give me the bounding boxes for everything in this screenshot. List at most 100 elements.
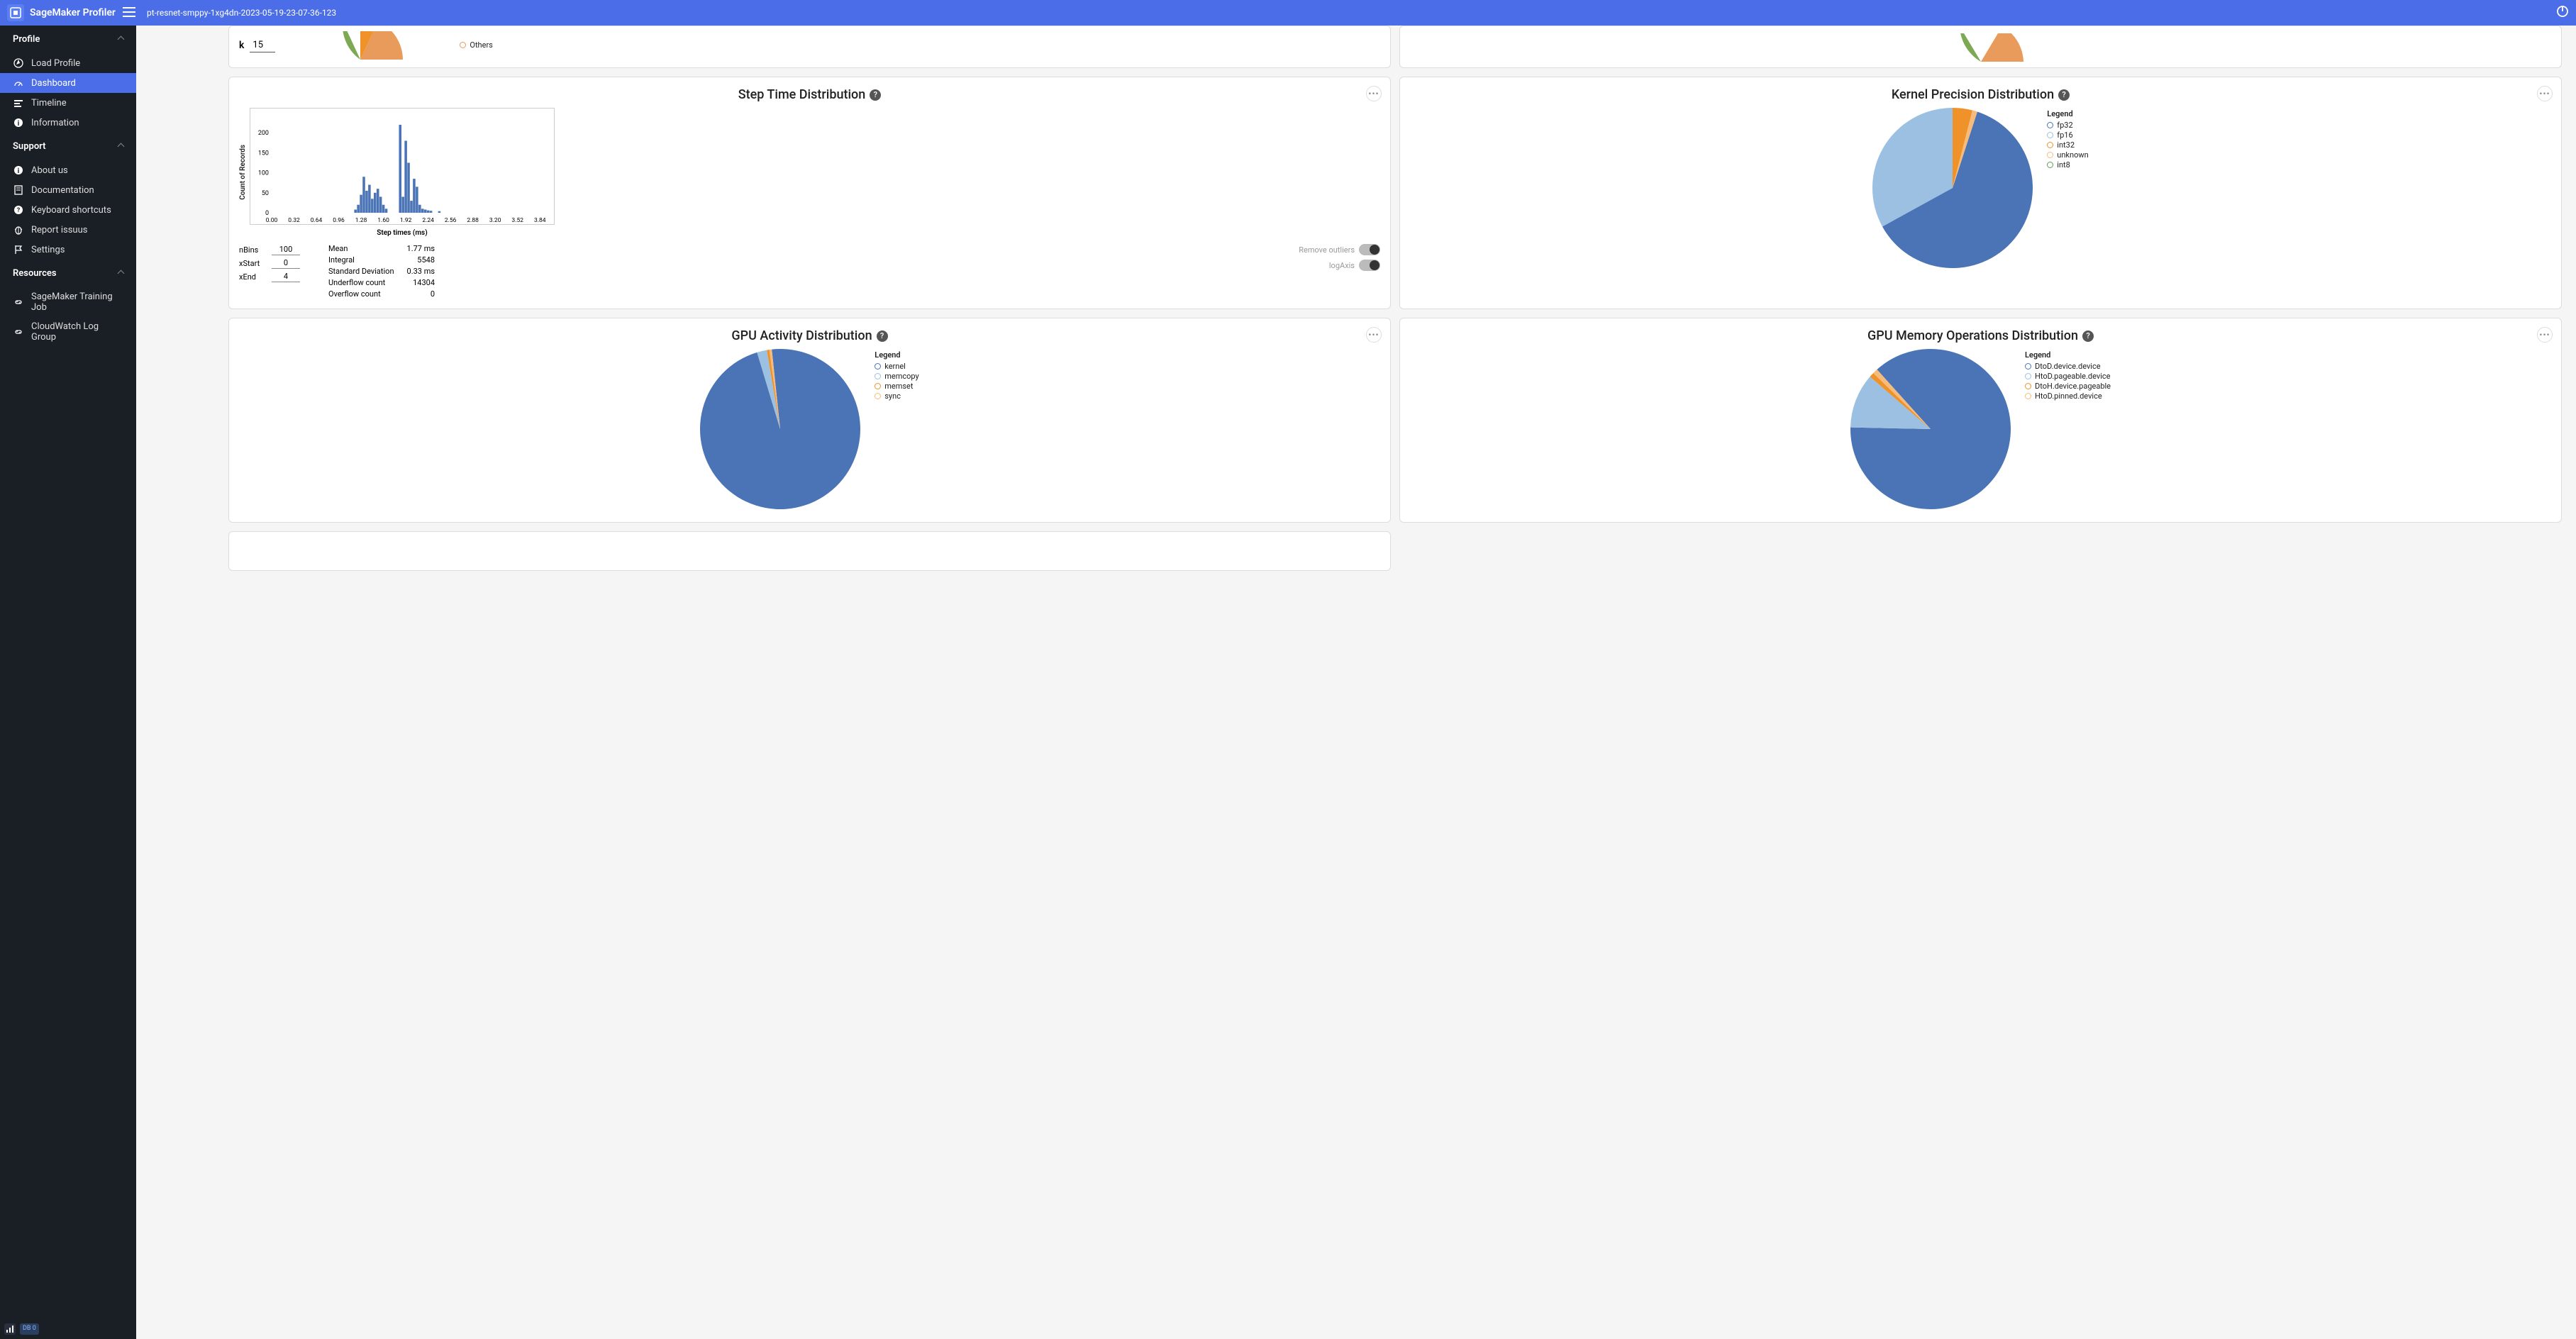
legend-item[interactable]: fp16 — [2047, 130, 2088, 140]
svg-text:1.28: 1.28 — [355, 217, 367, 224]
sidebar-item-dashboard[interactable]: Dashboard — [0, 73, 136, 93]
card-title-text: Step Time Distribution — [738, 87, 866, 102]
pie-chart — [1850, 349, 2011, 509]
k-label: k — [239, 40, 244, 51]
legend-item[interactable]: sync — [875, 391, 918, 401]
legend-label: sync — [884, 391, 901, 401]
log-axis-toggle[interactable] — [1359, 260, 1380, 271]
help-icon[interactable]: ? — [870, 89, 881, 101]
legend: Legend kernelmemcopymemsetsync — [875, 350, 918, 401]
svg-text:1.92: 1.92 — [400, 217, 412, 224]
sidebar-section-resources[interactable]: Resources — [0, 260, 136, 287]
sidebar-item-about[interactable]: i About us — [0, 160, 136, 180]
legend-item[interactable]: memcopy — [875, 372, 918, 381]
card-title-text: GPU Memory Operations Distribution — [1867, 328, 2078, 343]
card-step-time: ••• Step Time Distribution ? Count of Re… — [228, 77, 1391, 309]
legend-item[interactable]: int32 — [2047, 140, 2088, 150]
svg-text:0.96: 0.96 — [333, 217, 345, 224]
sidebar: Profile Load Profile Dashboard Timeline … — [0, 26, 136, 1339]
xend-input[interactable] — [272, 271, 300, 282]
svg-text:i: i — [18, 167, 20, 175]
sidebar-item-training-job[interactable]: SageMaker Training Job — [0, 287, 136, 317]
legend-item[interactable]: Others — [460, 40, 492, 50]
chevron-up-icon — [118, 34, 123, 45]
svg-text:0: 0 — [265, 210, 269, 217]
legend-item[interactable]: HtoD.pageable.device — [2025, 372, 2111, 381]
chevron-up-icon — [118, 268, 123, 279]
pie-chart — [700, 349, 860, 509]
chart-icon[interactable] — [4, 1323, 16, 1335]
stat-label: Integral — [328, 255, 355, 265]
nbins-input[interactable] — [272, 244, 300, 255]
partial-pie-right — [1938, 33, 2023, 62]
help-icon[interactable]: ? — [2058, 89, 2070, 101]
legend-item[interactable]: DtoH.device.pageable — [2025, 382, 2111, 391]
legend-item[interactable]: HtoD.pinned.device — [2025, 391, 2111, 401]
card-menu-icon[interactable]: ••• — [1366, 86, 1382, 101]
hamburger-menu-icon[interactable] — [123, 6, 135, 20]
help-icon[interactable]: ? — [877, 330, 888, 342]
sidebar-item-report-issues[interactable]: Report issuus — [0, 220, 136, 240]
card-menu-icon[interactable]: ••• — [2537, 86, 2553, 101]
sidebar-item-information[interactable]: i Information — [0, 113, 136, 133]
legend-item[interactable]: DtoD.device.device — [2025, 362, 2111, 371]
legend-dot-icon — [2047, 162, 2053, 168]
svg-text:i: i — [18, 120, 20, 128]
svg-text:0.64: 0.64 — [311, 217, 323, 224]
card-partial-right — [1399, 26, 2562, 68]
stat-value: 0 — [431, 289, 435, 299]
legend-dot-icon — [875, 373, 881, 379]
sidebar-item-log-group[interactable]: CloudWatch Log Group — [0, 317, 136, 347]
card-gpu-activity: ••• GPU Activity Distribution ? Legend k… — [228, 318, 1391, 523]
svg-text:3.52: 3.52 — [511, 217, 523, 224]
svg-text:3.20: 3.20 — [489, 217, 501, 224]
help-icon[interactable]: ? — [2082, 330, 2094, 342]
sidebar-item-timeline[interactable]: Timeline — [0, 93, 136, 113]
sidebar-section-support[interactable]: Support — [0, 133, 136, 160]
svg-text:1.60: 1.60 — [377, 217, 389, 224]
legend-item[interactable]: fp32 — [2047, 121, 2088, 130]
legend-dot-icon — [2047, 152, 2053, 158]
legend-item[interactable]: int8 — [2047, 160, 2088, 170]
sidebar-item-documentation[interactable]: Documentation — [0, 180, 136, 200]
toggle-label: logAxis — [1329, 261, 1355, 270]
remove-outliers-toggle[interactable] — [1359, 244, 1380, 255]
job-name: pt-resnet-smppy-1xg4dn-2023-05-19-23-07-… — [147, 9, 336, 18]
legend-item[interactable]: unknown — [2047, 150, 2088, 160]
svg-text:100: 100 — [258, 170, 269, 177]
sidebar-section-label: Resources — [13, 268, 57, 279]
svg-text:2.24: 2.24 — [422, 217, 434, 224]
legend-dot-icon — [2047, 142, 2053, 148]
k-input[interactable] — [250, 38, 275, 52]
legend-label: memcopy — [884, 372, 918, 381]
xstart-input[interactable] — [272, 257, 300, 269]
legend-label: HtoD.pinned.device — [2035, 391, 2102, 401]
sidebar-item-keyboard-shortcuts[interactable]: ? Keyboard shortcuts — [0, 200, 136, 220]
sidebar-item-label: Documentation — [31, 185, 94, 196]
card-partial-left: k Others — [228, 26, 1391, 68]
card-menu-icon[interactable]: ••• — [1366, 327, 1382, 343]
pie-chart — [1872, 108, 2033, 268]
legend: Legend fp32fp16int32unknownint8 — [2047, 109, 2088, 170]
sidebar-item-label: Keyboard shortcuts — [31, 205, 111, 216]
stat-label: Mean — [328, 244, 348, 253]
sidebar-item-load-profile[interactable]: Load Profile — [0, 53, 136, 73]
power-icon[interactable] — [2556, 5, 2569, 21]
card-menu-icon[interactable]: ••• — [2537, 327, 2553, 343]
legend-title: Legend — [2047, 109, 2088, 118]
link-icon — [13, 326, 24, 338]
sidebar-item-settings[interactable]: Settings — [0, 240, 136, 260]
svg-text:50: 50 — [262, 190, 269, 197]
legend-label: DtoH.device.pageable — [2035, 382, 2111, 391]
sidebar-item-label: Report issuus — [31, 225, 87, 235]
info-icon: i — [13, 117, 24, 128]
info-icon: i — [13, 165, 24, 176]
db-badge[interactable]: DB 0 — [20, 1323, 39, 1335]
sidebar-section-profile[interactable]: Profile — [0, 26, 136, 53]
legend-label: fp16 — [2057, 130, 2072, 140]
sidebar-item-label: SageMaker Training Job — [31, 291, 123, 313]
sidebar-section-label: Profile — [13, 34, 40, 45]
legend-item[interactable]: memset — [875, 382, 918, 391]
sidebar-item-label: Load Profile — [31, 58, 80, 69]
legend-item[interactable]: kernel — [875, 362, 918, 371]
